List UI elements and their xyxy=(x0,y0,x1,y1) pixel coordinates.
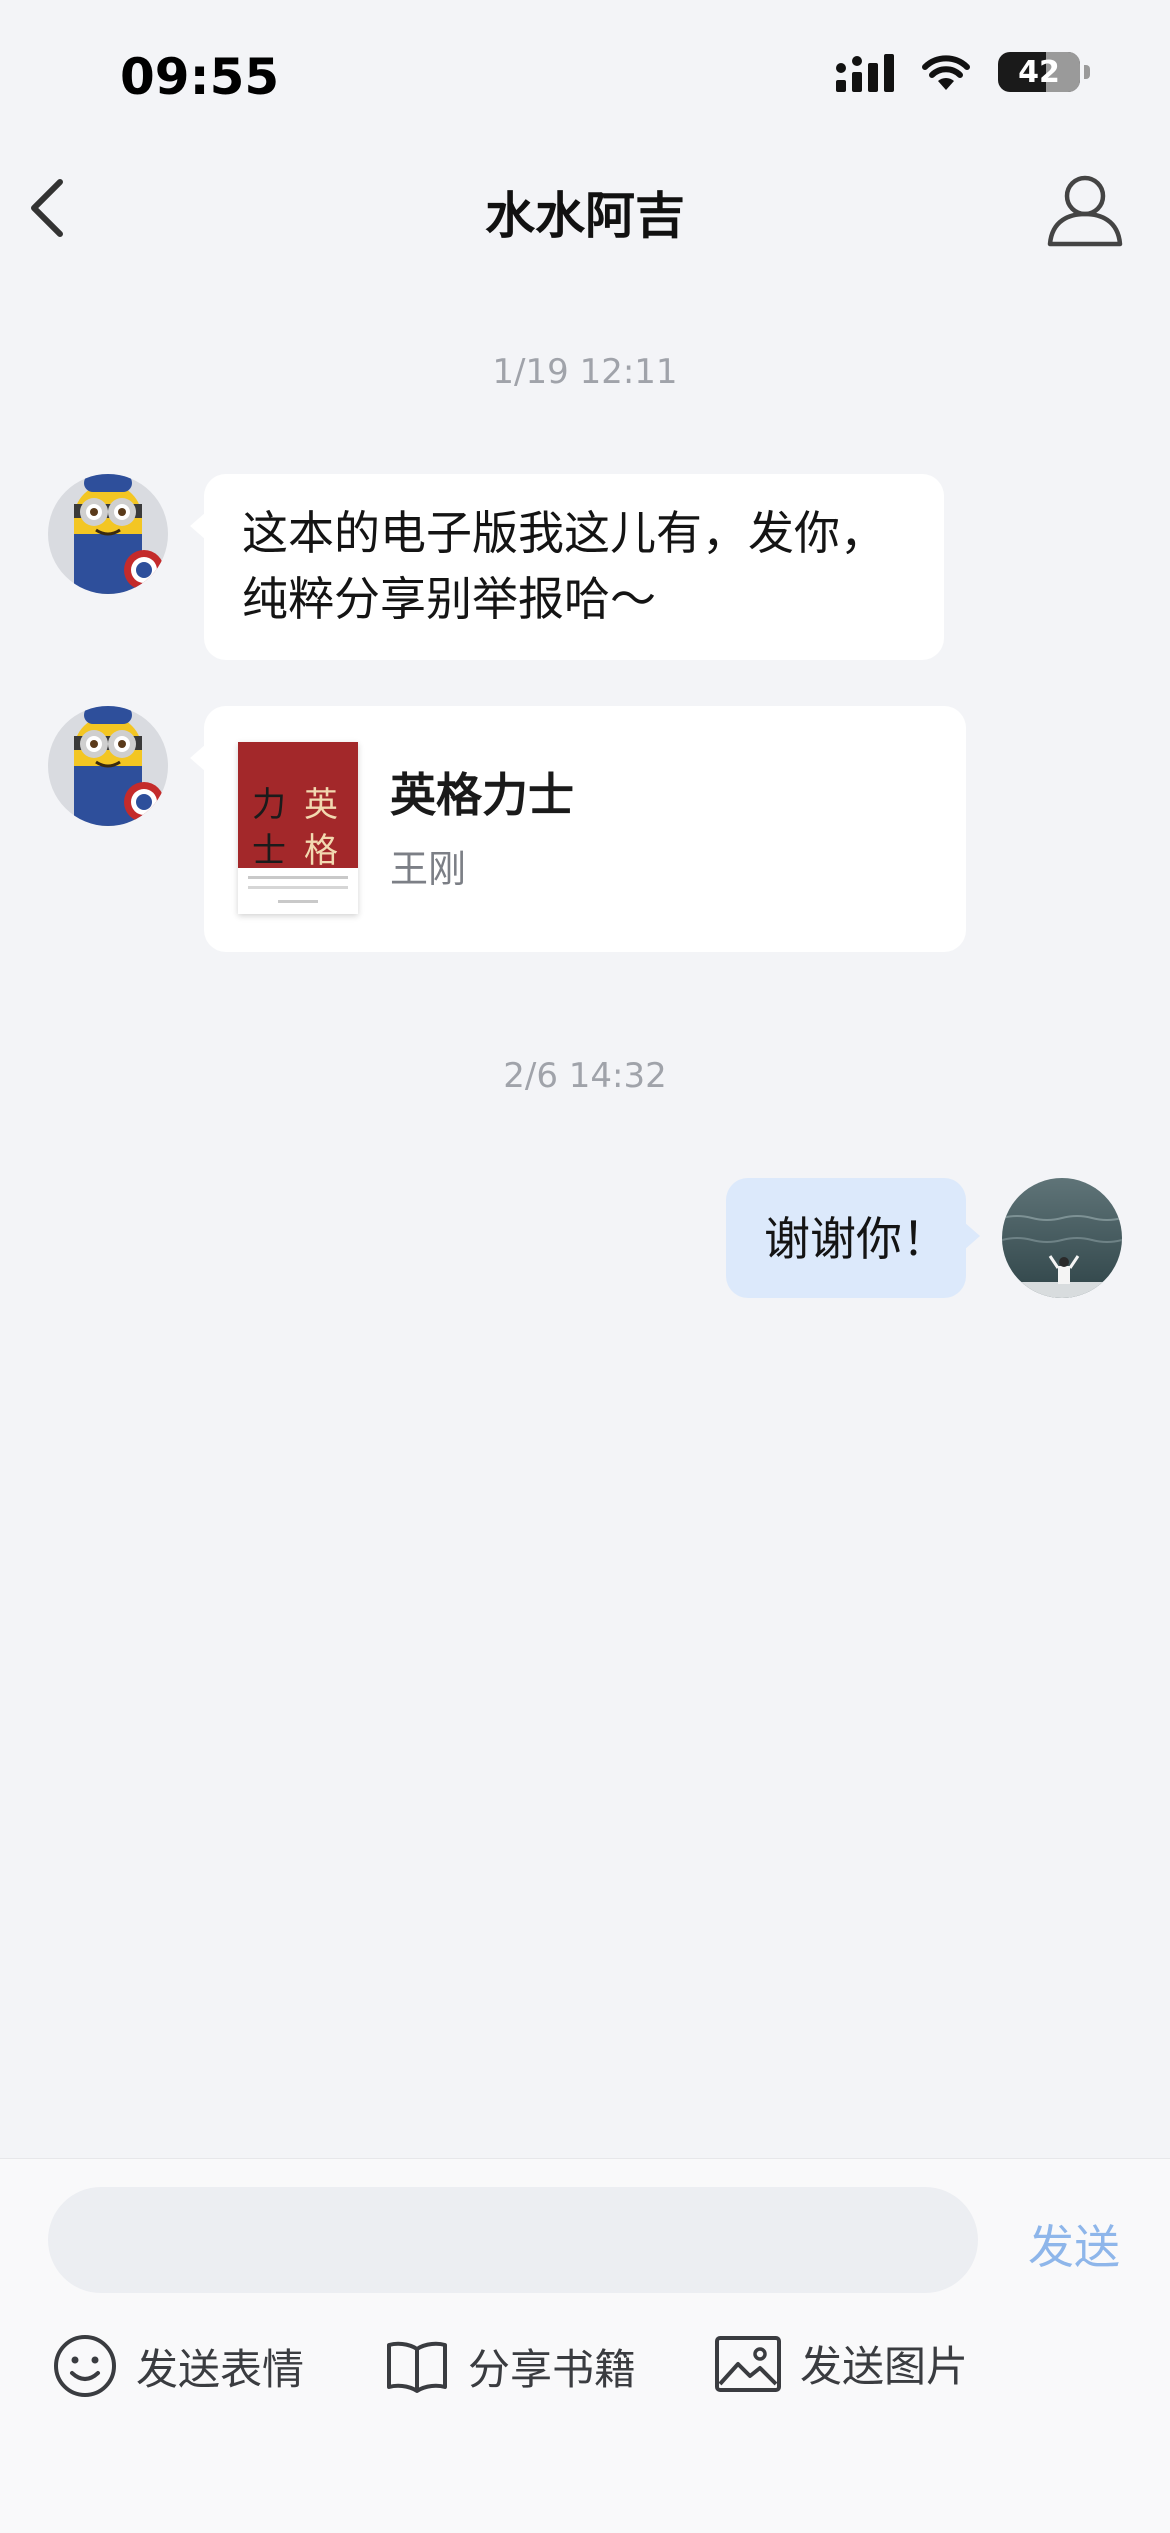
book-share-card[interactable]: 力 英 士 格 英格力士 王刚 xyxy=(190,706,966,952)
page-title: 水水阿吉 xyxy=(485,187,685,245)
battery-level: 42 xyxy=(1018,54,1060,90)
signal-icon xyxy=(836,54,894,92)
minion-avatar-icon xyxy=(48,706,168,826)
message-text-line: 这本的电子版我这儿有，发你， xyxy=(242,506,886,560)
battery-icon: 42 xyxy=(998,52,1080,92)
battery-tip xyxy=(1084,65,1090,79)
contact-avatar[interactable] xyxy=(48,706,168,826)
composer-bar: 发送 发送表情 分享书籍 发送图片 xyxy=(0,2158,1170,2533)
open-book-icon xyxy=(387,2341,447,2393)
profile-icon[interactable] xyxy=(1040,168,1130,248)
message-text-line: 纯粹分享别举报哈～ xyxy=(242,572,656,626)
send-image-button[interactable]: 发送图片 xyxy=(714,2333,968,2394)
message-bubble-incoming[interactable]: 这本的电子版我这儿有，发你， 纯粹分享别举报哈～ xyxy=(190,474,944,660)
book-author: 王刚 xyxy=(390,847,467,891)
message-bubble-outgoing[interactable]: 谢谢你！ xyxy=(726,1178,980,1298)
status-time: 09:55 xyxy=(120,48,280,106)
sea-photo-avatar-icon xyxy=(1002,1178,1122,1298)
wifi-icon xyxy=(922,55,970,90)
message-text: 谢谢你！ xyxy=(764,1212,948,1266)
send-image-label: 发送图片 xyxy=(800,2342,969,2391)
send-emoji-label: 发送表情 xyxy=(136,2344,305,2394)
share-book-label: 分享书籍 xyxy=(468,2344,637,2394)
book-cover: 力 英 士 格 xyxy=(238,742,358,914)
smiley-icon xyxy=(54,2335,116,2397)
book-title: 英格力士 xyxy=(390,768,574,822)
book-cover-char: 格 xyxy=(304,831,338,871)
contact-avatar[interactable] xyxy=(48,474,168,594)
share-book-button[interactable]: 分享书籍 xyxy=(384,2333,636,2399)
image-icon xyxy=(715,2335,781,2392)
message-input[interactable] xyxy=(48,2187,978,2293)
send-emoji-button[interactable]: 发送表情 xyxy=(52,2333,304,2399)
status-icons: 42 xyxy=(836,52,1090,92)
book-cover-char: 士 xyxy=(252,831,286,871)
timestamp: 1/19 12:11 xyxy=(492,352,678,392)
timestamp: 2/6 14:32 xyxy=(503,1056,667,1096)
send-button[interactable]: 发送 xyxy=(1028,2211,1120,2277)
user-avatar[interactable] xyxy=(1002,1178,1122,1298)
minion-avatar-icon xyxy=(48,474,168,594)
